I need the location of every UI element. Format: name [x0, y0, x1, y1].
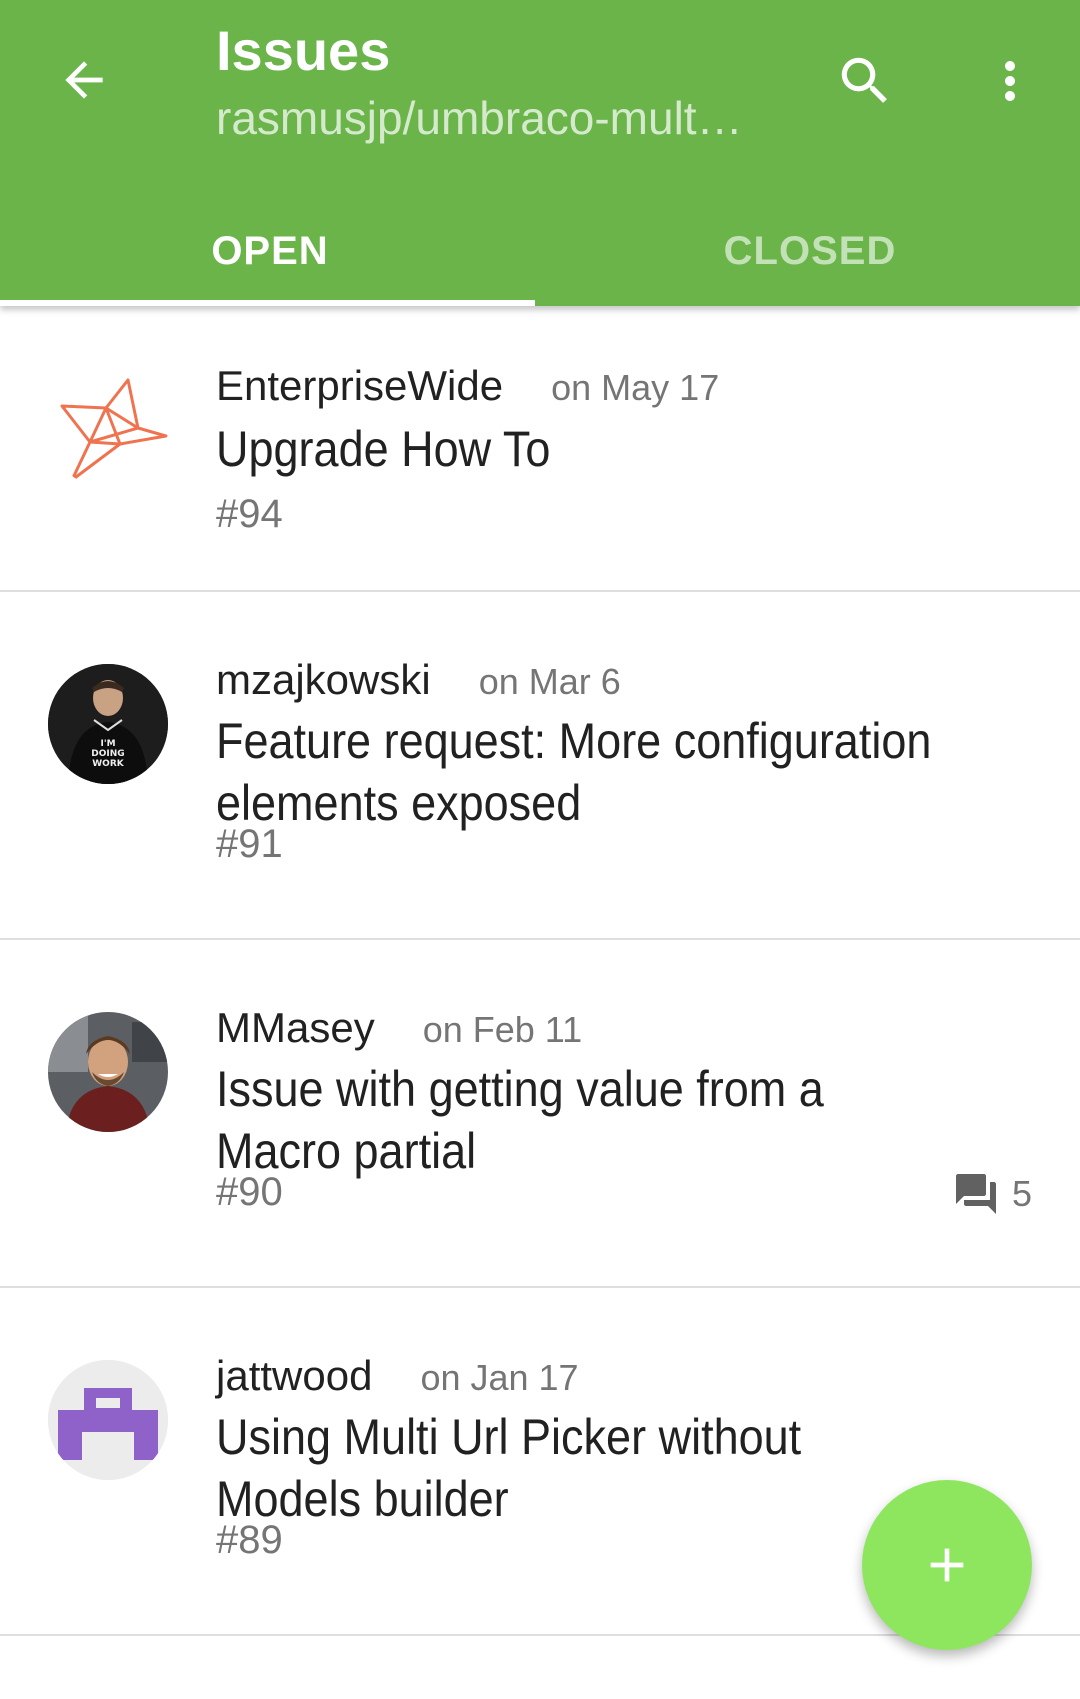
page-title: Issues	[216, 19, 391, 82]
identicon-icon	[48, 1360, 168, 1480]
back-button[interactable]	[44, 40, 124, 120]
origami-bird-icon	[60, 378, 168, 482]
issue-meta: jattwood on Jan 17	[216, 1352, 579, 1400]
issue-title-line: Upgrade How To	[216, 421, 551, 477]
issue-title-line: Using Multi Url Picker without	[216, 1409, 802, 1465]
issue-date: on Feb 11	[422, 1009, 583, 1050]
list-item[interactable]: MMasey on Feb 11 Issue with getting valu…	[0, 940, 1080, 1288]
issue-number: #94	[216, 492, 283, 536]
comment-count: 5	[952, 1170, 1032, 1218]
issue-title-line: elements exposed	[216, 775, 582, 831]
svg-text:I'M: I'M	[100, 739, 115, 749]
app-bar: Issues rasmusjp/umbraco-mult… OPEN CLOSE…	[0, 0, 1080, 306]
svg-text:DOING: DOING	[91, 749, 124, 759]
author-name[interactable]: EnterpriseWide	[216, 362, 503, 410]
tab-indicator	[0, 300, 535, 306]
comments-icon	[955, 1174, 996, 1214]
issue-date: on Jan 17	[420, 1357, 579, 1398]
tab-bar: OPEN CLOSED	[0, 196, 1080, 306]
list-item[interactable]: I'M DOING WORK mzajkowski on Mar 6 Featu…	[0, 592, 1080, 940]
author-name[interactable]: MMasey	[216, 1004, 375, 1052]
new-issue-fab[interactable]	[862, 1480, 1032, 1650]
arrow-left-icon	[65, 61, 103, 99]
avatar[interactable]	[48, 368, 168, 488]
issue-number: #89	[216, 1518, 283, 1562]
issue-title-line: Issue with getting value from a	[216, 1061, 824, 1117]
issue-title: Issue with getting value from a Macro pa…	[216, 1058, 1026, 1182]
issue-number: #91	[216, 822, 283, 866]
issue-meta: MMasey on Feb 11	[216, 1004, 582, 1052]
svg-text:WORK: WORK	[92, 759, 125, 769]
issue-title: Upgrade How To	[216, 418, 1026, 480]
search-icon	[841, 57, 887, 103]
issue-meta: EnterpriseWide on May 17	[216, 362, 719, 410]
comment-count-value: 5	[1011, 1173, 1032, 1214]
avatar[interactable]	[48, 1360, 168, 1480]
repository-subtitle: rasmusjp/umbraco-mult…	[216, 92, 743, 144]
author-name[interactable]: mzajkowski	[216, 656, 431, 704]
plus-icon	[930, 1548, 964, 1582]
issue-list: EnterpriseWide on May 17 Upgrade How To …	[0, 306, 1080, 1636]
issue-title: Feature request: More configuration elem…	[216, 710, 1026, 834]
issue-date: on Mar 6	[478, 661, 621, 702]
more-options-button[interactable]	[965, 36, 1055, 126]
user-photo-icon: I'M DOING WORK	[48, 664, 168, 784]
more-vert-icon	[1005, 61, 1015, 101]
issue-meta: mzajkowski on Mar 6	[216, 656, 621, 704]
issue-title-line: Feature request: More configuration	[216, 713, 932, 769]
issue-date: on May 17	[551, 367, 720, 408]
avatar[interactable]: I'M DOING WORK	[48, 664, 168, 784]
author-name[interactable]: jattwood	[216, 1352, 372, 1400]
issue-title-line: Macro partial	[216, 1123, 477, 1179]
search-button[interactable]	[820, 36, 910, 126]
tab-open[interactable]: OPEN	[0, 196, 540, 306]
list-item[interactable]: EnterpriseWide on May 17 Upgrade How To …	[0, 306, 1080, 592]
user-photo-icon	[48, 1012, 168, 1132]
toolbar-titles: Issues rasmusjp/umbraco-mult…	[216, 18, 816, 146]
avatar[interactable]	[48, 1012, 168, 1132]
tab-closed[interactable]: CLOSED	[540, 196, 1080, 306]
issue-number: #90	[216, 1170, 283, 1214]
